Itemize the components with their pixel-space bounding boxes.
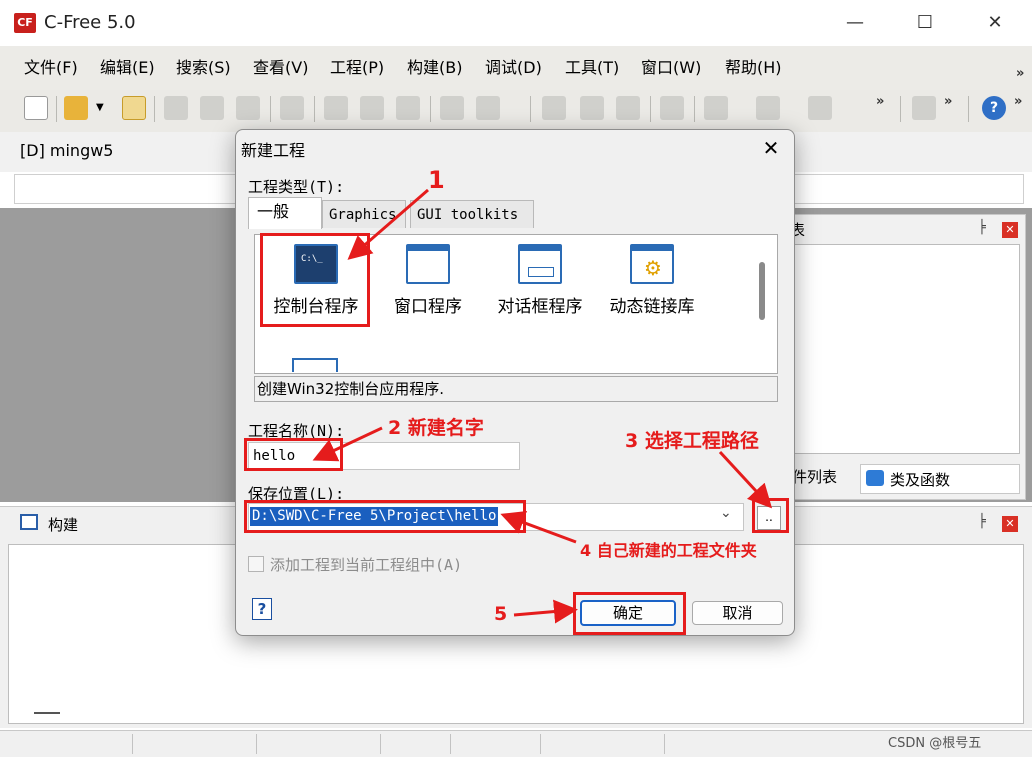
arrow-3 [718,450,773,509]
arrow-1 [347,188,429,260]
annotation-4: 4 自己新建的工程文件夹 [580,541,757,560]
arrow-2 [312,426,383,462]
arrow-4 [500,511,577,544]
annotation-arrows [312,188,773,624]
annotation-1: 1 [428,166,445,194]
annotation-2: 2 新建名字 [388,417,484,439]
annotation-3: 3 选择工程路径 [625,430,759,452]
annotation-5: 5 [494,603,508,625]
arrow-5 [513,599,578,624]
